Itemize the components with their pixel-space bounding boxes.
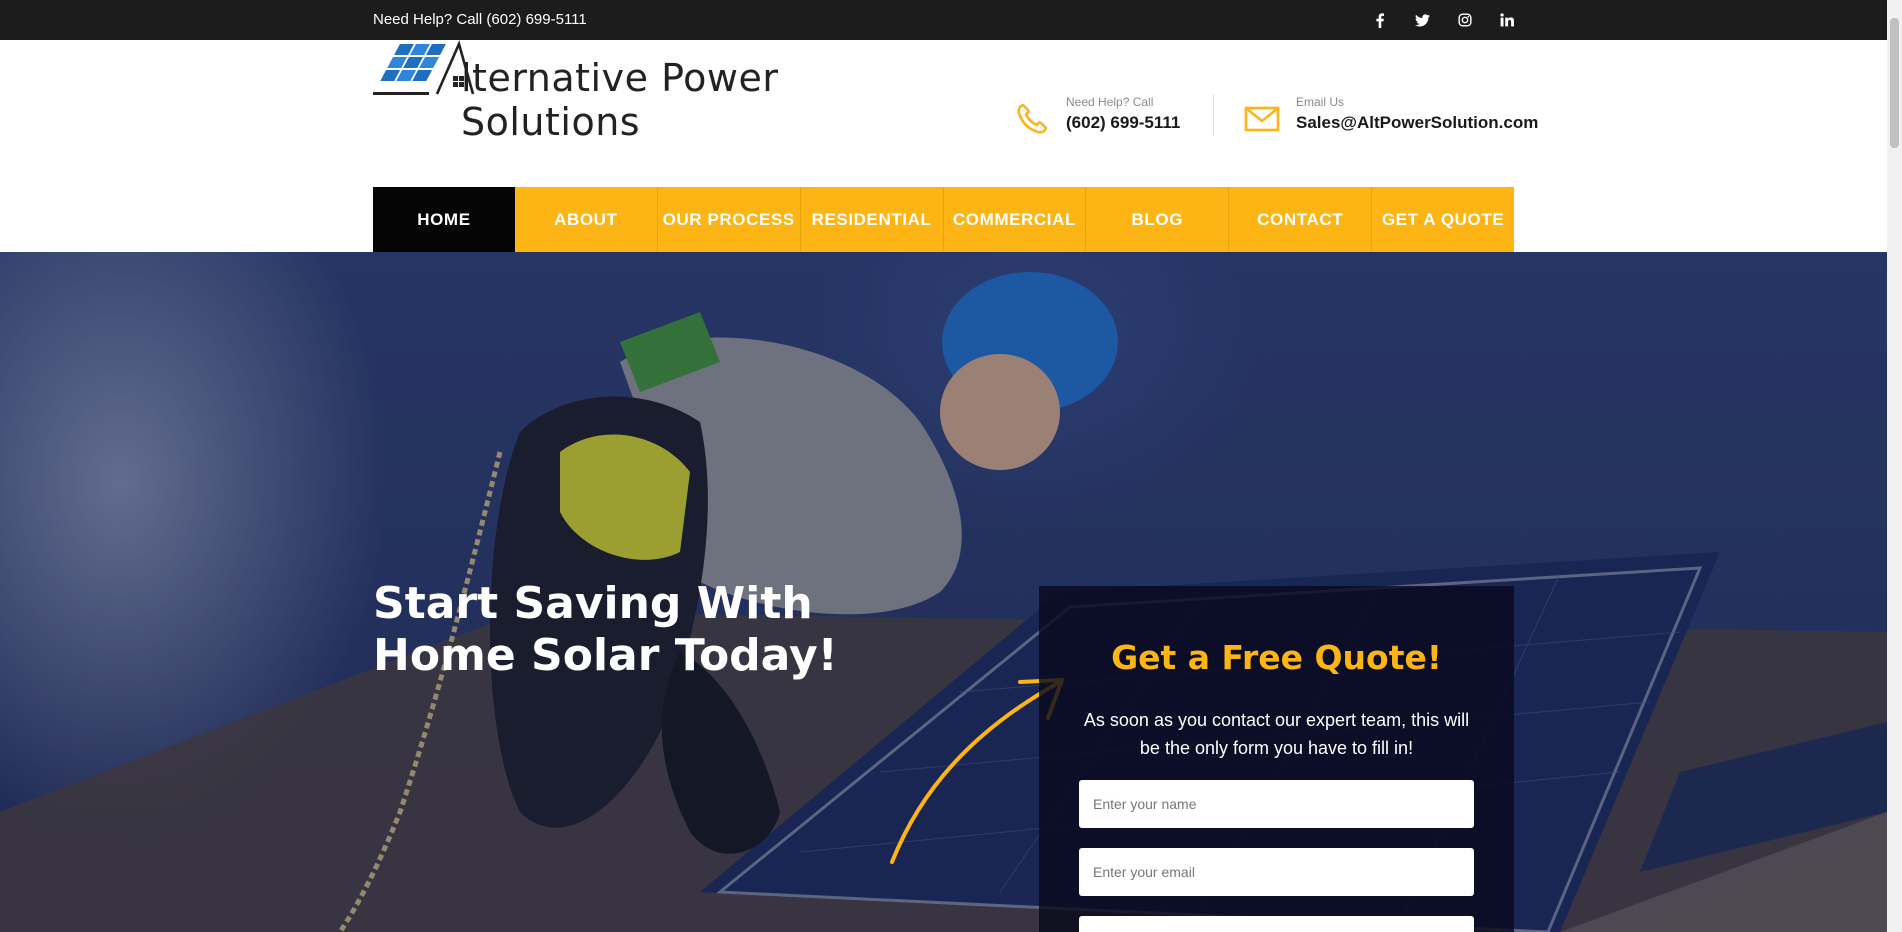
name-field[interactable]	[1079, 780, 1474, 828]
hero-title: Start Saving With Home Solar Today!	[373, 578, 838, 681]
quote-title: Get a Free Quote!	[1111, 638, 1442, 677]
email-field[interactable]	[1079, 848, 1474, 896]
email-label: Email Us	[1296, 95, 1345, 109]
phone-icon	[1017, 103, 1048, 134]
mail-icon	[1244, 106, 1280, 132]
page-scrollbar[interactable]	[1887, 0, 1902, 932]
nav-about[interactable]: ABOUT	[515, 187, 658, 252]
site-logo[interactable]: lternative Power Solutions	[373, 40, 913, 144]
email-address[interactable]: Sales@AltPowerSolution.com	[1296, 113, 1538, 133]
free-quote-panel: Get a Free Quote! As soon as you contact…	[1039, 586, 1514, 932]
nav-get-a-quote[interactable]: GET A QUOTE	[1372, 187, 1514, 252]
top-bar: Need Help? Call (602) 699-5111	[0, 0, 1887, 40]
logo-text: lternative Power Solutions	[461, 56, 779, 144]
scrollbar-thumb[interactable]	[1890, 18, 1899, 148]
hero-section	[0, 252, 1887, 932]
nav-contact[interactable]: CONTACT	[1229, 187, 1373, 252]
twitter-icon[interactable]	[1411, 9, 1433, 31]
nav-commercial[interactable]: COMMERCIAL	[944, 187, 1087, 252]
nav-home[interactable]: HOME	[373, 187, 515, 252]
phone-number[interactable]: (602) 699-5111	[1066, 113, 1180, 133]
facebook-icon[interactable]	[1369, 9, 1391, 31]
nav-our-process[interactable]: OUR PROCESS	[658, 187, 801, 252]
next-field-partial[interactable]	[1079, 916, 1474, 932]
nav-blog[interactable]: BLOG	[1086, 187, 1230, 252]
header-divider	[1213, 94, 1214, 136]
main-nav: HOME ABOUT OUR PROCESS RESIDENTIAL COMME…	[373, 187, 1514, 252]
nav-residential[interactable]: RESIDENTIAL	[801, 187, 944, 252]
instagram-icon[interactable]	[1454, 9, 1476, 31]
quote-description: As soon as you contact our expert team, …	[1083, 710, 1470, 758]
phone-label: Need Help? Call	[1066, 95, 1154, 109]
linkedin-icon[interactable]	[1496, 9, 1518, 31]
help-call-text: Need Help? Call (602) 699-5111	[373, 11, 587, 28]
